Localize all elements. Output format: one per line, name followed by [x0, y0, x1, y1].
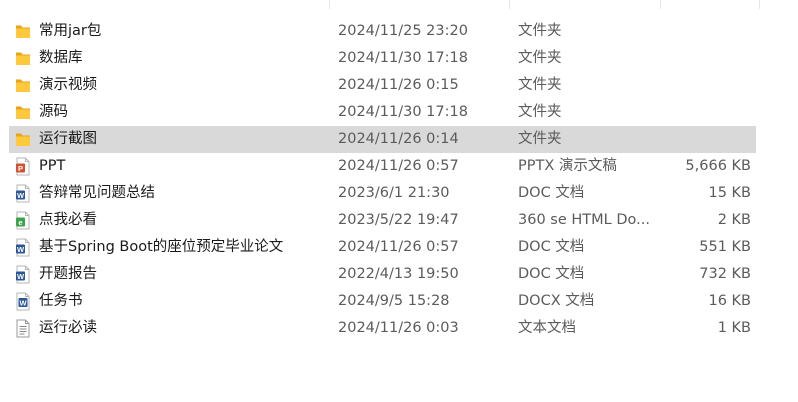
file-name: 演示视频 [39, 77, 97, 93]
file-row[interactable]: W 任务书 2024/9/5 15:28 DOCX 文档 16 KB [9, 288, 756, 315]
file-size [660, 18, 751, 45]
file-name: 答辩常见问题总结 [39, 185, 155, 201]
file-modified-date: 2024/11/30 17:18 [338, 104, 468, 120]
folder-icon [15, 22, 31, 41]
file-type: 文件夹 [518, 104, 562, 120]
file-name: 常用jar包 [39, 23, 102, 39]
file-type: DOC 文档 [518, 185, 585, 201]
svg-text:W: W [17, 245, 25, 254]
file-modified-date: 2024/11/26 0:14 [338, 131, 459, 147]
file-type: 文件夹 [518, 50, 562, 66]
file-size [660, 45, 751, 72]
file-name: 任务书 [39, 293, 83, 309]
file-modified-date: 2023/6/1 21:30 [338, 185, 450, 201]
folder-icon [15, 49, 31, 68]
file-name: 基于Spring Boot的座位预定毕业论文 [39, 239, 284, 255]
file-explorer-list-view: 常用jar包 2024/11/25 23:20 文件夹 数据库 2024/11/30 1… [0, 0, 798, 402]
file-type: 文件夹 [518, 77, 562, 93]
file-row[interactable]: W 基于Spring Boot的座位预定毕业论文 2024/11/26 0:57 DO… [9, 234, 756, 261]
file-row[interactable]: W 答辩常见问题总结 2023/6/1 21:30 DOC 文档 15 KB [9, 180, 756, 207]
file-modified-date: 2024/11/26 0:03 [338, 320, 459, 336]
file-size: 1 KB [717, 320, 751, 336]
svg-text:P: P [18, 164, 23, 173]
folder-icon [15, 130, 31, 149]
column-divider-type-size[interactable] [660, 0, 661, 9]
doc-file-icon: W [15, 184, 31, 203]
file-type: DOC 文档 [518, 266, 585, 282]
file-row[interactable]: 演示视频 2024/11/26 0:15 文件夹 [9, 72, 756, 99]
file-type: 360 se HTML Do... [518, 212, 650, 228]
doc-file-icon: W [15, 265, 31, 284]
file-row[interactable]: 源码 2024/11/30 17:18 文件夹 [9, 99, 756, 126]
file-size [660, 72, 751, 99]
file-type: 文件夹 [518, 131, 562, 147]
file-modified-date: 2022/4/13 19:50 [338, 266, 459, 282]
file-row[interactable]: 数据库 2024/11/30 17:18 文件夹 [9, 45, 756, 72]
file-size: 2 KB [717, 212, 751, 228]
column-divider-name-date[interactable] [329, 0, 330, 9]
file-row[interactable]: 常用jar包 2024/11/25 23:20 文件夹 [9, 18, 756, 45]
file-modified-date: 2024/11/26 0:15 [338, 77, 459, 93]
file-row[interactable]: e 点我必看 2023/5/22 19:47 360 se HTML Do... 2 K… [9, 207, 756, 234]
file-row[interactable]: 运行必读 2024/11/26 0:03 文本文档 1 KB [9, 315, 756, 342]
file-row[interactable]: 运行截图 2024/11/26 0:14 文件夹 [9, 126, 756, 153]
column-divider-date-type[interactable] [509, 0, 510, 9]
file-name: 数据库 [39, 50, 83, 66]
file-size [660, 126, 751, 153]
file-row[interactable]: P PPT 2024/11/26 0:57 PPTX 演示文稿 5,666 KB [9, 153, 756, 180]
doc-file-icon: W [15, 238, 31, 257]
svg-text:W: W [17, 191, 25, 200]
docx-file-icon: W [15, 292, 31, 311]
html-file-icon: e [15, 211, 31, 230]
file-size [660, 99, 751, 126]
file-modified-date: 2024/11/26 0:57 [338, 158, 459, 174]
pptx-file-icon: P [15, 157, 31, 176]
file-type: 文本文档 [518, 320, 576, 336]
folder-icon [15, 76, 31, 95]
svg-text:W: W [19, 299, 27, 308]
file-size: 551 KB [699, 239, 751, 255]
file-modified-date: 2023/5/22 19:47 [338, 212, 459, 228]
file-type: DOC 文档 [518, 239, 585, 255]
file-modified-date: 2024/9/5 15:28 [338, 293, 450, 309]
file-row[interactable]: W 开题报告 2022/4/13 19:50 DOC 文档 732 KB [9, 261, 756, 288]
folder-icon [15, 103, 31, 122]
file-name: 点我必看 [39, 212, 97, 228]
file-type: 文件夹 [518, 23, 562, 39]
file-size: 732 KB [699, 266, 751, 282]
file-size: 16 KB [708, 293, 751, 309]
file-name: 运行必读 [39, 320, 97, 336]
file-name: 源码 [39, 104, 68, 120]
file-modified-date: 2024/11/30 17:18 [338, 50, 468, 66]
file-name: 运行截图 [39, 131, 97, 147]
file-size: 15 KB [708, 185, 751, 201]
file-size: 5,666 KB [685, 158, 751, 174]
file-type: PPTX 演示文稿 [518, 158, 617, 174]
svg-text:e: e [18, 218, 22, 227]
file-list: 常用jar包 2024/11/25 23:20 文件夹 数据库 2024/11/30 1… [9, 18, 756, 342]
column-divider-size-end[interactable] [759, 0, 760, 9]
file-modified-date: 2024/11/26 0:57 [338, 239, 459, 255]
text-file-icon [15, 319, 31, 338]
file-name: 开题报告 [39, 266, 97, 282]
file-type: DOCX 文档 [518, 293, 595, 309]
file-name: PPT [39, 158, 66, 174]
svg-text:W: W [17, 272, 25, 281]
file-modified-date: 2024/11/25 23:20 [338, 23, 468, 39]
